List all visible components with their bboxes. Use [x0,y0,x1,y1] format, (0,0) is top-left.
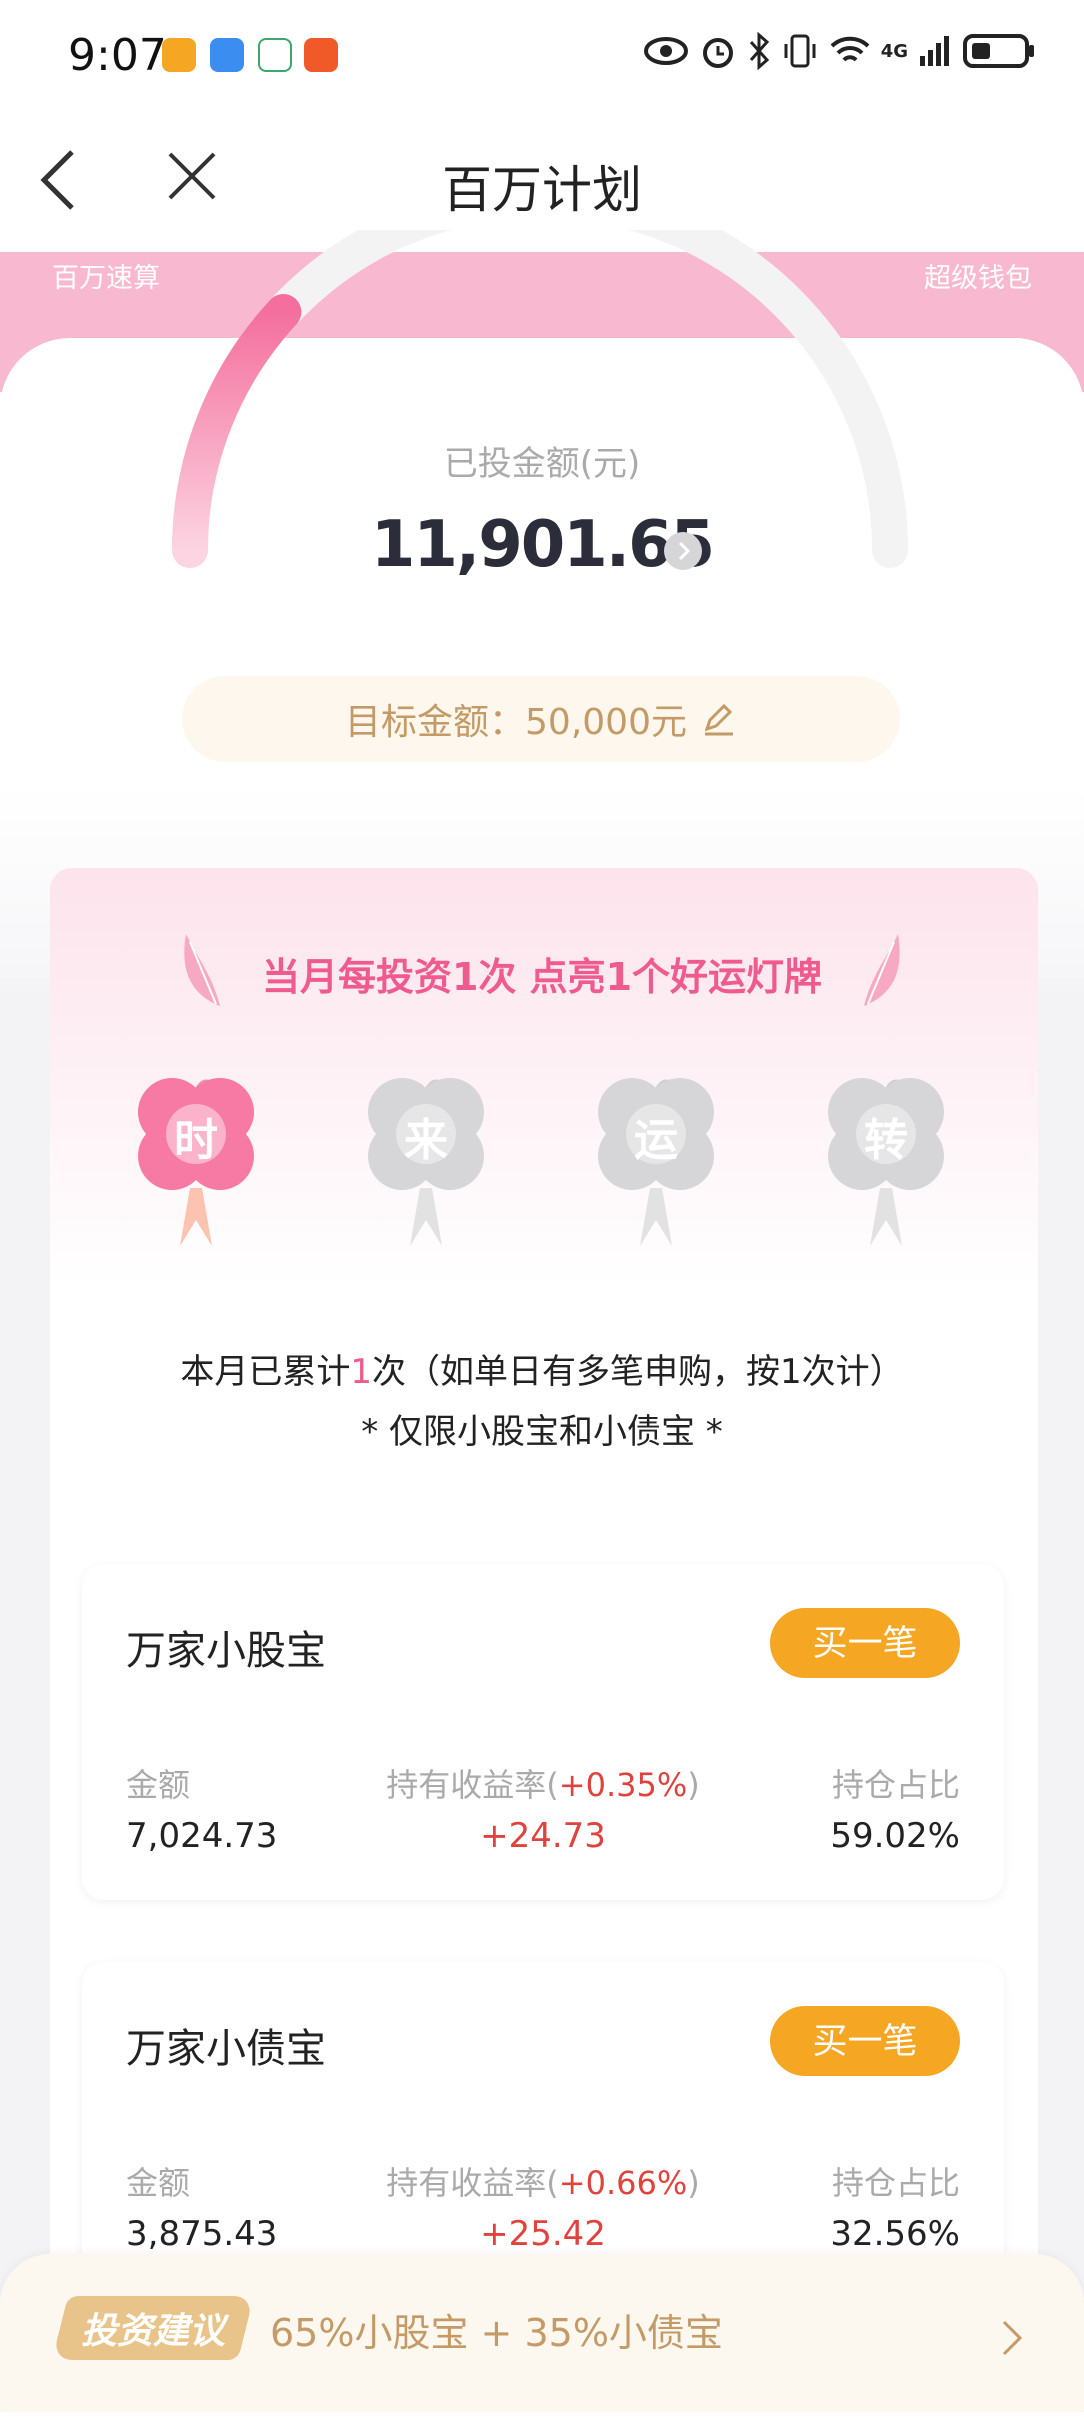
share-label: 持仓占比 [831,1766,960,1804]
clover-icon [138,1078,254,1246]
clover-char: 运 [634,1115,678,1166]
fund-name: 万家小股宝 [126,1628,326,1674]
target-amount-pill[interactable]: 目标金额：50,000元 [182,676,900,762]
gauge-track [172,230,908,568]
vibrate-icon [784,34,816,68]
network-type: 4G [880,40,908,62]
advice-text: 65%小股宝 + 35%小债宝 [270,2311,723,2355]
eye-icon [643,37,688,65]
clover-badge: 运 [590,1070,722,1266]
yield-label-prefix: 持有收益率( [386,1766,559,1804]
quick-calc-tag[interactable]: 百万速算 [52,256,160,295]
invested-amount[interactable]: 11,901.65 [0,508,1084,582]
chevron-right-icon[interactable] [1000,2318,1024,2358]
buy-button[interactable]: 买一笔 [770,2006,960,2076]
clover-char: 转 [864,1115,908,1166]
advice-label: 投资建议 [80,2311,225,2352]
edit-pencil-icon[interactable] [701,701,737,737]
chevron-right-icon[interactable] [664,532,702,570]
system-icons: 4G [643,32,1036,70]
clover-icon [598,1078,714,1246]
yield-label-suffix: ) [687,2164,700,2202]
clover-badge: 时 [130,1070,262,1266]
wifi-icon [830,36,870,62]
limit-note: * 仅限小股宝和小债宝 * [361,1412,723,1452]
buy-button[interactable]: 买一笔 [770,1608,960,1678]
clover-icon [828,1078,944,1246]
clover-badge: 来 [360,1070,492,1266]
count-value: 1 [350,1352,372,1392]
clover-char: 来 [404,1115,448,1166]
status-time: 9:07 [68,30,167,81]
clover-icon [368,1078,484,1246]
bank-notification-icon [258,38,292,72]
lucky-title: 当月每投资1次 点亮1个好运灯牌 [261,955,823,999]
fund-card-bond[interactable]: 万家小债宝 买一笔 金额 3,875.43 持有收益率(+0.66%) +25.… [82,1962,1004,2298]
leaf-right-icon [864,934,900,1006]
clover-badge: 转 [820,1070,952,1266]
signal-icon [920,36,949,66]
fund-card-stock[interactable]: 万家小股宝 买一笔 金额 7,024.73 持有收益率(+0.35%) +24.… [82,1564,1004,1900]
yield-label-suffix: ) [687,1766,700,1804]
count-suffix: 次（如单日有多笔申购，按1次计） [372,1352,904,1392]
yield-rate: +0.35% [558,1766,688,1804]
yield-label-prefix: 持有收益率( [386,2164,559,2202]
battery-icon [963,34,1034,68]
clover-char: 时 [174,1115,218,1166]
shop-notification-icon [304,38,338,72]
app-notification-icon [162,38,196,72]
share-value: 32.56% [830,2214,960,2254]
monthly-count-text: 本月已累计1次（如单日有多笔申购，按1次计） [0,1344,1084,1393]
target-amount-text: 目标金额：50,000元 [345,702,687,743]
message-notification-icon [210,38,244,72]
page-title: 百万计划 [442,161,642,219]
share-label: 持仓占比 [831,2164,960,2202]
share-value: 59.02% [830,1816,960,1856]
count-prefix: 本月已累计 [180,1352,351,1392]
yield-rate: +0.66% [558,2164,688,2202]
invested-label: 已投金额(元) [443,444,641,484]
fund-name: 万家小债宝 [126,2026,326,2072]
alarm-icon [702,38,733,68]
super-wallet-tag[interactable]: 超级钱包 [924,256,1032,295]
bluetooth-icon [749,32,769,70]
